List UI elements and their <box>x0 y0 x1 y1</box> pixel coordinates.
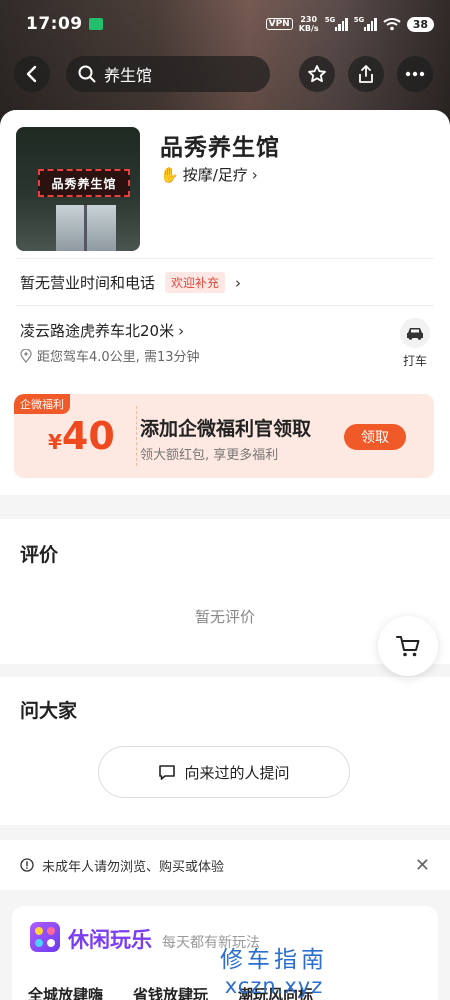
network-speed-unit: KB/s <box>298 24 319 33</box>
chevron-right-icon: › <box>235 273 242 292</box>
promo-amount-value: 40 <box>61 414 115 458</box>
minor-notice: 未成年人请勿浏览、购买或体验 ✕ <box>0 840 450 890</box>
shop-photo-sign: 品秀养生馆 <box>38 169 130 197</box>
search-text: 养生馆 <box>104 66 153 85</box>
qa-title: 问大家 <box>20 700 78 722</box>
hours-supplement-tag: 欢迎补充 <box>165 272 226 293</box>
status-time: 17:09 <box>26 14 83 34</box>
promo-subtitle: 领大额红包, 享更多福利 <box>140 448 279 463</box>
leisure-logo-icon <box>30 922 60 952</box>
info-icon <box>20 858 34 872</box>
more-icon <box>405 71 425 77</box>
close-icon[interactable]: ✕ <box>415 855 430 876</box>
chevron-right-icon: › <box>178 321 185 340</box>
distance-text: 距您驾车4.0公里, 需13分钟 <box>37 350 200 365</box>
promo-separator <box>136 406 137 466</box>
favorite-button[interactable] <box>299 56 335 92</box>
watermark-line1: 修车指南 <box>220 947 328 973</box>
distance-row: 距您驾车4.0公里, 需13分钟 <box>20 346 199 365</box>
location-pin-icon <box>20 348 32 363</box>
chevron-right-icon: › <box>251 165 258 184</box>
shop-photo-door <box>56 205 116 251</box>
shop-category: 按摩/足疗 <box>182 166 248 184</box>
shop-photo[interactable]: 品秀养生馆 <box>16 127 140 251</box>
battery-level: 38 <box>406 16 434 32</box>
hours-row[interactable]: 暂无营业时间和电话 欢迎补充 › <box>20 272 241 293</box>
shop-name: 品秀养生馆 <box>160 135 280 161</box>
notice-text: 未成年人请勿浏览、购买或体验 <box>42 859 225 875</box>
cart-button[interactable] <box>378 616 438 676</box>
ask-question-label: 向来过的人提问 <box>184 763 290 782</box>
signal-icon: 5G <box>324 16 348 31</box>
shop-address: 凌云路途虎养车北20米 <box>20 322 175 340</box>
watermark-line2: xczn.xyz <box>224 974 324 998</box>
taxi-button[interactable]: 打车 <box>398 318 432 369</box>
share-icon <box>359 65 373 83</box>
network-speed: 230 KB/s <box>299 15 319 33</box>
signal-5g-label-2: 5G <box>353 16 365 24</box>
status-bar: 17:09 VPN 230 KB/s 5G 5G 38 <box>0 0 450 48</box>
divider <box>16 258 434 259</box>
watermark: 修车指南 xczn.xyz <box>204 940 344 998</box>
promo-title: 添加企微福利官领取 <box>140 418 312 440</box>
hours-text: 暂无营业时间和电话 <box>20 274 156 292</box>
wifi-icon <box>383 18 401 31</box>
more-button[interactable] <box>397 56 433 92</box>
divider <box>16 305 434 306</box>
vpn-badge: VPN <box>265 18 293 30</box>
top-nav: 养生馆 <box>0 56 450 94</box>
leisure-item[interactable]: 全城放肆嗨 <box>28 984 103 1000</box>
claim-button[interactable]: 领取 <box>344 424 406 450</box>
leisure-item[interactable]: 省钱放肆玩 <box>133 984 208 1000</box>
car-icon <box>400 318 430 348</box>
cart-icon <box>396 636 420 657</box>
signal-5g-label: 5G <box>324 16 336 24</box>
back-icon <box>26 65 37 83</box>
promo-currency: ¥ <box>48 430 62 454</box>
app-notification-icon <box>88 18 103 30</box>
shop-category-link[interactable]: ✋ 按摩/足疗 › <box>160 164 258 185</box>
signal-icon-2: 5G <box>353 16 377 31</box>
ask-question-button[interactable]: 向来过的人提问 <box>98 746 350 798</box>
reviews-empty: 暂无评价 <box>194 608 255 626</box>
search-bar[interactable]: 养生馆 <box>66 56 270 92</box>
back-button[interactable] <box>14 56 50 92</box>
promo-amount: ¥ 40 <box>48 414 115 458</box>
promo-tag: 企微福利 <box>14 394 70 414</box>
search-icon <box>78 65 96 83</box>
reviews-title: 评价 <box>20 544 59 566</box>
chat-bubble-icon <box>159 764 176 780</box>
leisure-title: 休闲玩乐 <box>68 928 152 952</box>
address-link[interactable]: 凌云路途虎养车北20米 › <box>20 320 184 341</box>
taxi-label: 打车 <box>402 354 427 368</box>
massage-hand-icon: ✋ <box>160 165 179 184</box>
star-icon <box>308 65 326 83</box>
share-button[interactable] <box>348 56 384 92</box>
network-speed-value: 230 <box>300 15 318 24</box>
